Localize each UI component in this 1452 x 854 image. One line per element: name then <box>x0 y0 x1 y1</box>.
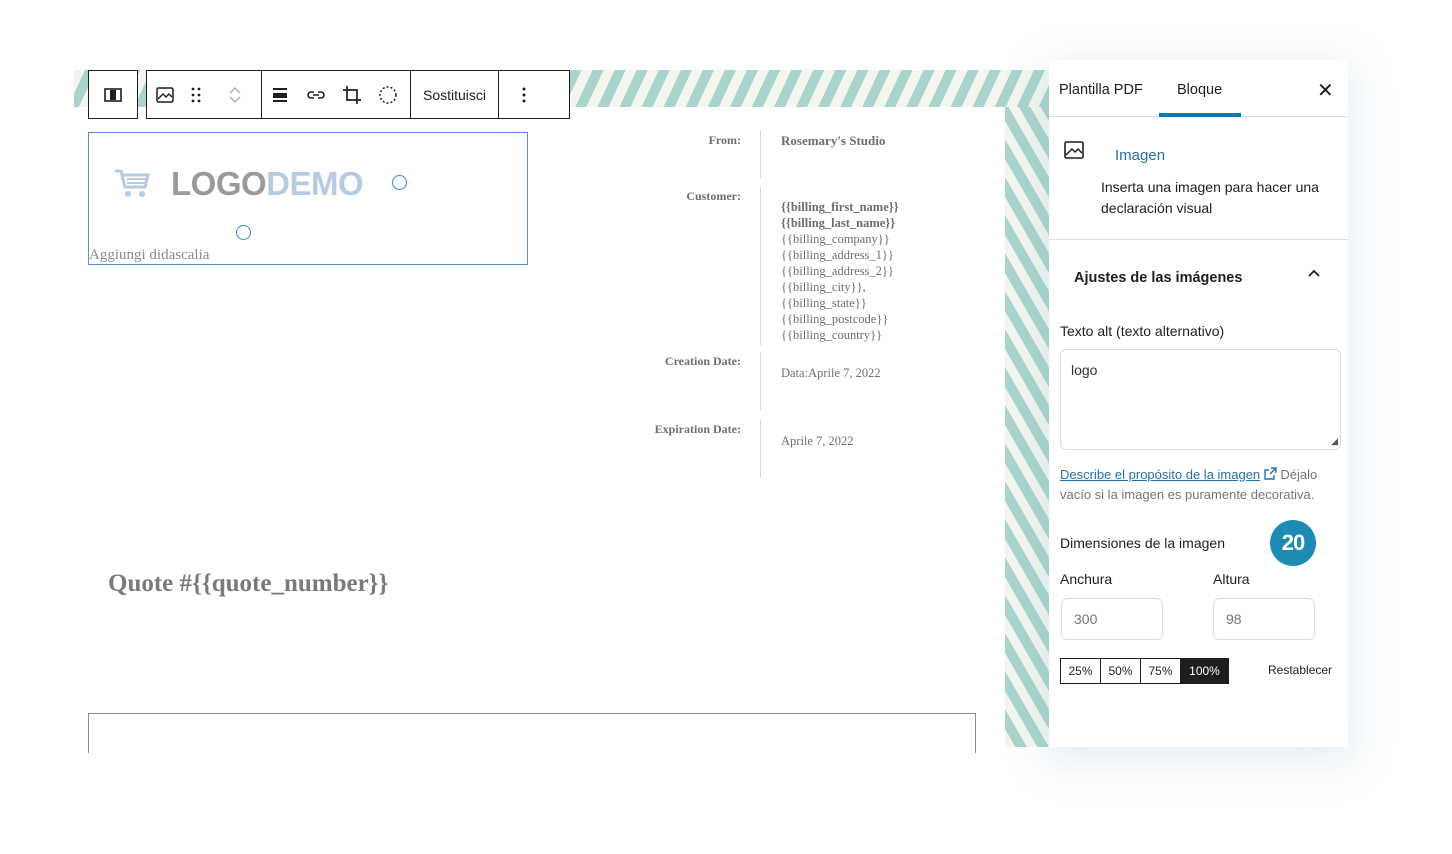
alt-text-value: logo <box>1071 362 1098 378</box>
reset-button[interactable]: Restablecer <box>1268 663 1332 677</box>
width-input[interactable]: 300 <box>1061 598 1163 640</box>
expiration-date-value: Aprile 7, 2022 <box>781 434 854 448</box>
percent-25-button[interactable]: 25% <box>1061 659 1101 683</box>
size-percent-group: 25% 50% 75% 100% <box>1060 658 1229 684</box>
divider-line <box>760 187 761 345</box>
block-switcher-button[interactable] <box>89 71 137 118</box>
block-card: Imagen Inserta una imagen para hacer una… <box>1049 117 1348 240</box>
close-icon[interactable]: ✕ <box>1317 78 1334 103</box>
crop-icon <box>343 85 361 104</box>
dimensions-label: Dimensiones de la imagen <box>1060 535 1225 551</box>
divider-line <box>760 352 761 410</box>
resize-handle-bottom[interactable] <box>236 225 251 240</box>
percent-50-button[interactable]: 50% <box>1101 659 1141 683</box>
quote-title[interactable]: Quote #{{quote_number}} <box>108 570 388 598</box>
block-type-group <box>88 70 138 119</box>
billing-postcode: {{billing_postcode}} <box>781 312 889 326</box>
duotone-icon <box>379 85 397 104</box>
percent-75-button[interactable]: 75% <box>1141 659 1181 683</box>
external-link-icon <box>1264 467 1277 480</box>
billing-country: {{billing_country}} <box>781 328 883 342</box>
duotone-button[interactable] <box>370 71 406 118</box>
logo-image-block[interactable]: LOGODEMO Aggiungi didascalia <box>88 132 528 265</box>
image-icon <box>1064 141 1084 159</box>
tab-block[interactable]: Bloque <box>1177 82 1222 98</box>
settings-sidebar: Plantilla PDF Bloque ✕ Imagen Inserta un… <box>1049 60 1348 747</box>
divider-line <box>760 130 761 178</box>
alt-text-label: Texto alt (texto alternativo) <box>1060 323 1225 339</box>
resize-handle-right[interactable] <box>392 175 407 190</box>
drag-handle-icon <box>191 87 201 102</box>
step-number-badge: 20 <box>1270 520 1316 566</box>
chevron-up-icon[interactable] <box>1307 268 1321 278</box>
replace-button[interactable]: Sostituisci <box>411 87 498 103</box>
tab-pdf-template[interactable]: Plantilla PDF <box>1059 82 1143 98</box>
billing-address-2: {{billing_address_2}} <box>781 264 894 278</box>
alt-text-help: Describe el propósito de la imagen Déjal… <box>1060 465 1340 505</box>
more-vertical-icon <box>522 87 526 102</box>
logo-wordmark: LOGODEMO <box>171 165 364 202</box>
crop-button[interactable] <box>334 71 370 118</box>
cart-icon <box>115 169 150 197</box>
customer-values: {{billing_first_name}} {{billing_last_na… <box>781 199 899 343</box>
decorative-stripes-right <box>1005 107 1049 747</box>
height-input[interactable]: 98 <box>1213 598 1315 640</box>
block-title: Imagen <box>1115 147 1166 164</box>
from-label: From: <box>708 133 741 147</box>
height-label: Altura <box>1213 571 1250 587</box>
align-button[interactable] <box>262 71 298 118</box>
percent-100-button[interactable]: 100% <box>1181 659 1228 683</box>
billing-address-1: {{billing_address_1}} <box>781 248 894 262</box>
billing-first-name: {{billing_first_name}} <box>781 200 899 214</box>
chevron-up-icon <box>229 86 241 93</box>
billing-last-name: {{billing_last_name}} <box>781 216 896 230</box>
items-table[interactable] <box>88 713 976 753</box>
divider-line <box>760 420 761 478</box>
drag-handle[interactable] <box>183 71 209 118</box>
more-options-button[interactable] <box>499 71 549 118</box>
move-up-down-control[interactable] <box>209 71 261 118</box>
creation-date-value: Data:Aprile 7, 2022 <box>781 366 881 380</box>
billing-state: {{billing_state}} <box>781 296 867 310</box>
width-label: Anchura <box>1060 571 1113 587</box>
columns-icon <box>104 87 122 102</box>
image-icon-button[interactable] <box>147 71 183 118</box>
block-description: Inserta una imagen para hacer una declar… <box>1101 179 1319 216</box>
customer-label: Customer: <box>686 189 741 203</box>
alt-text-field[interactable]: logo ◢ <box>1060 349 1341 450</box>
link-icon <box>307 90 325 99</box>
expiration-date-label: Expiration Date: <box>654 422 741 436</box>
chevron-down-icon <box>229 96 241 103</box>
billing-city: {{billing_city}}, <box>781 280 866 294</box>
sidebar-tabs: Plantilla PDF Bloque ✕ <box>1049 60 1348 117</box>
from-value: Rosemary's Studio <box>781 133 886 148</box>
caption-field[interactable]: Aggiungi didascalia <box>89 247 209 264</box>
block-toolbar: Sostituisci <box>146 70 570 119</box>
creation-date-label: Creation Date: <box>664 354 741 368</box>
billing-company: {{billing_company}} <box>781 232 890 246</box>
describe-purpose-link[interactable]: Describe el propósito de la imagen <box>1060 467 1260 482</box>
resize-grip-icon[interactable]: ◢ <box>1331 436 1338 447</box>
image-settings-panel-toggle[interactable]: Ajustes de las imágenes <box>1074 270 1242 286</box>
align-icon <box>273 87 287 102</box>
image-icon <box>156 86 174 103</box>
link-button[interactable] <box>298 71 334 118</box>
